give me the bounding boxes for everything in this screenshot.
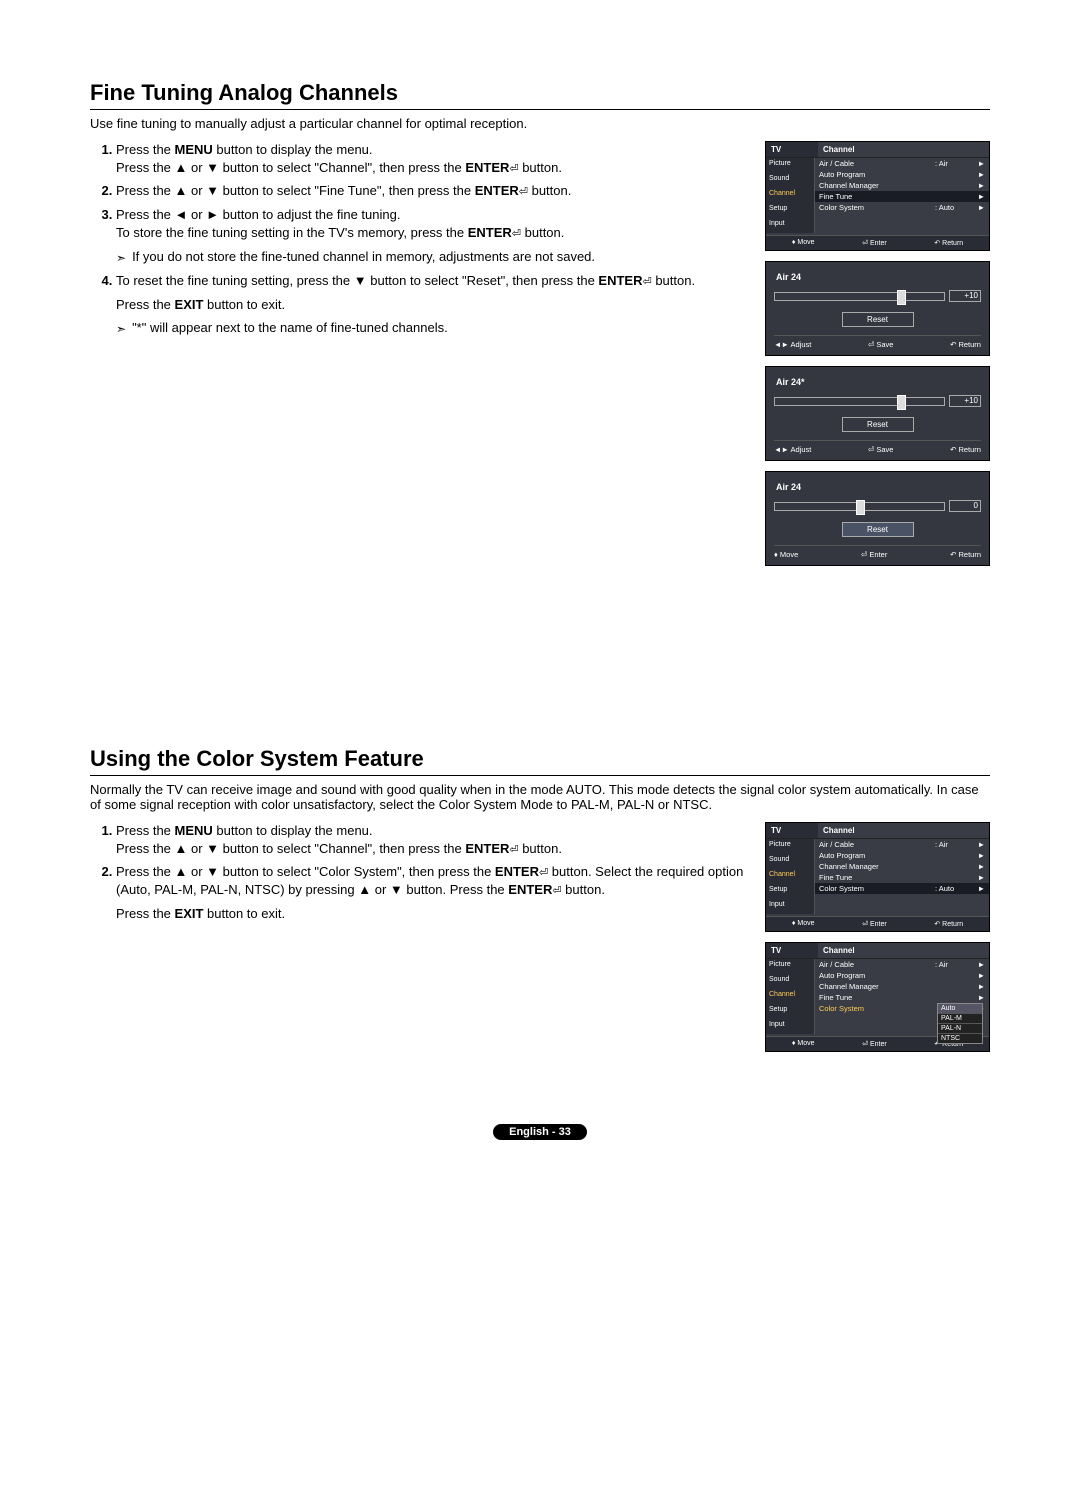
sidebar-item: Sound xyxy=(766,173,815,188)
exit-instruction: Press the EXIT button to exit. xyxy=(116,296,745,314)
reset-button[interactable]: Reset xyxy=(842,522,914,537)
sidebar-item: Channel xyxy=(766,188,815,203)
tv-menu-panel: TV Channel Picture Sound Channel Setup I… xyxy=(765,822,990,932)
sidebar-item: Picture xyxy=(766,158,815,173)
note-2: ➣ "*" will appear next to the name of fi… xyxy=(116,319,745,337)
channel-label: Air 24 xyxy=(776,272,981,282)
enter-icon: ⏎ xyxy=(552,884,561,899)
enter-icon: ⏎ xyxy=(642,275,651,290)
page-number: English - 33 xyxy=(493,1124,587,1140)
tv-menu-panel: TV Channel Picture Sound Channel Setup I… xyxy=(765,141,990,251)
menu-row: Air / Cable: Air► xyxy=(815,158,989,169)
finetune-value: 0 xyxy=(949,500,981,512)
page-footer: English - 33 xyxy=(90,1122,990,1140)
chevron-right-icon: ► xyxy=(975,170,985,179)
menu-row: Color System: Auto► xyxy=(815,202,989,213)
step-2: Press the ▲ or ▼ button to select "Fine … xyxy=(116,182,745,200)
enter-icon: ⏎ xyxy=(512,227,521,242)
reset-button[interactable]: Reset xyxy=(842,312,914,327)
finetune-slider[interactable] xyxy=(774,397,945,406)
menu-row-selected: Fine Tune► xyxy=(815,191,989,202)
dropdown-option[interactable]: Auto xyxy=(938,1004,982,1014)
finetune-panel: Air 24* +10 Reset ◄► Adjust ⏎ Save ↶ Ret… xyxy=(765,366,990,461)
sidebar-item: Input xyxy=(766,218,815,233)
enter-hint: ⏎ Enter xyxy=(862,239,887,247)
step-4: To reset the fine tuning setting, press … xyxy=(116,272,745,290)
chevron-right-icon: ► xyxy=(975,203,985,212)
step-2: Press the ▲ or ▼ button to select "Color… xyxy=(116,863,745,899)
chevron-right-icon: ► xyxy=(975,181,985,190)
exit-instruction: Press the EXIT button to exit. xyxy=(116,905,745,923)
finetune-value: +10 xyxy=(949,395,981,407)
finetune-slider[interactable] xyxy=(774,292,945,301)
chevron-right-icon: ► xyxy=(975,159,985,168)
menu-row-selected: Color System: Auto► xyxy=(815,883,989,894)
enter-icon: ⏎ xyxy=(509,843,518,858)
section2-heading: Using the Color System Feature xyxy=(90,746,990,776)
enter-icon: ⏎ xyxy=(539,866,548,881)
dropdown-option[interactable]: PAL-M xyxy=(938,1014,982,1024)
move-hint: ♦ Move xyxy=(792,239,815,247)
section1-intro: Use fine tuning to manually adjust a par… xyxy=(90,116,990,131)
finetune-slider[interactable] xyxy=(774,502,945,511)
note-arrow-icon: ➣ xyxy=(116,250,126,266)
step-1: Press the MENU button to display the men… xyxy=(116,822,745,857)
note-arrow-icon: ➣ xyxy=(116,321,126,337)
note-1: ➣ If you do not store the fine-tuned cha… xyxy=(116,248,745,266)
finetune-panel: Air 24 +10 Reset ◄► Adjust ⏎ Save ↶ Retu… xyxy=(765,261,990,356)
section1-heading: Fine Tuning Analog Channels xyxy=(90,80,990,110)
chevron-right-icon: ► xyxy=(975,192,985,201)
channel-label: Air 24* xyxy=(776,377,981,387)
finetune-value: +10 xyxy=(949,290,981,302)
tv-menu-panel-dropdown: TV Channel Picture Sound Channel Setup I… xyxy=(765,942,990,1052)
enter-icon: ⏎ xyxy=(519,185,528,200)
dropdown-option[interactable]: NTSC xyxy=(938,1034,982,1043)
finetune-panel: Air 24 0 Reset ♦ Move ⏎ Enter ↶ Return xyxy=(765,471,990,566)
step-3: Press the ◄ or ► button to adjust the fi… xyxy=(116,206,745,241)
channel-label: Air 24 xyxy=(776,482,981,492)
return-hint: ↶ Return xyxy=(934,239,963,247)
step-1: Press the MENU button to display the men… xyxy=(116,141,745,176)
menu-row: Channel Manager► xyxy=(815,180,989,191)
menu-row: Auto Program► xyxy=(815,169,989,180)
enter-icon: ⏎ xyxy=(509,162,518,177)
section2-intro: Normally the TV can receive image and so… xyxy=(90,782,990,812)
dropdown-option[interactable]: PAL-N xyxy=(938,1024,982,1034)
color-system-dropdown[interactable]: Auto PAL-M PAL-N NTSC xyxy=(937,1003,983,1044)
sidebar-item: Setup xyxy=(766,203,815,218)
reset-button[interactable]: Reset xyxy=(842,417,914,432)
